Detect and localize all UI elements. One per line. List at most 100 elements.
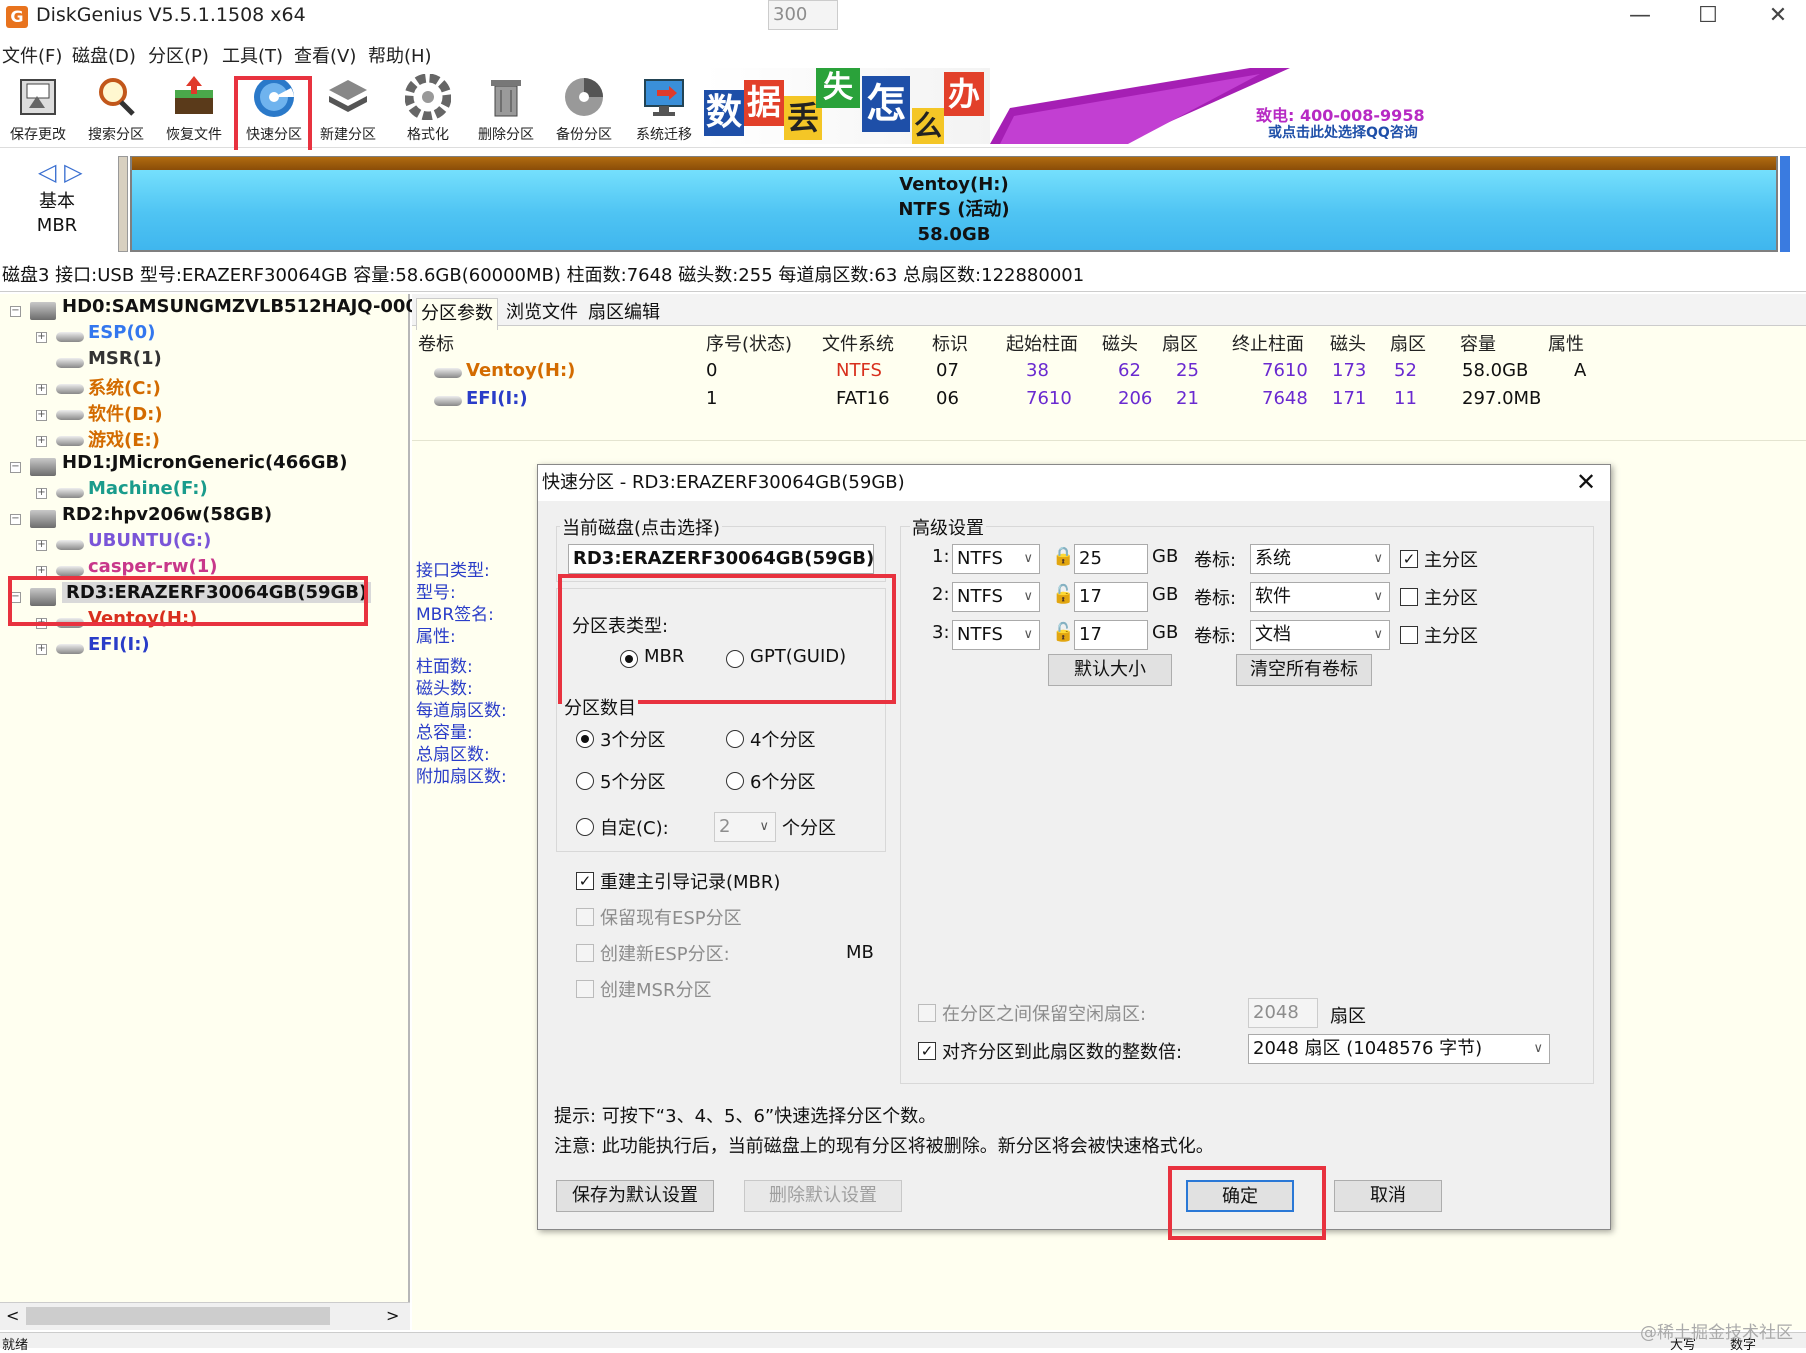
tree-disk-item[interactable]: HD1:JMicronGeneric(466GB): [62, 452, 347, 473]
maximize-button[interactable]: ☐: [1680, 0, 1736, 34]
col-start-head-header[interactable]: 磁头: [1102, 330, 1138, 356]
toolbar-recover-files[interactable]: 恢复文件: [156, 70, 232, 146]
create-msr-checkbox[interactable]: [576, 980, 594, 998]
tree-scroll-thumb[interactable]: [26, 1307, 330, 1325]
volume-label-combo[interactable]: 系统 ∨: [1250, 544, 1390, 574]
tree-expander[interactable]: −: [10, 306, 21, 317]
toolbar-search-partition[interactable]: 搜索分区: [78, 70, 154, 146]
clear-labels-button[interactable]: 清空所有卷标: [1236, 654, 1372, 686]
volume-label-combo[interactable]: 软件 ∨: [1250, 582, 1390, 612]
esp-size-input[interactable]: 300: [768, 0, 838, 30]
partition-icon: [56, 644, 84, 654]
volume-label-combo[interactable]: 文档 ∨: [1250, 620, 1390, 650]
col-id-header[interactable]: 标识: [932, 330, 968, 356]
toolbar-save-changes[interactable]: 保存更改: [0, 70, 76, 146]
menu-partition[interactable]: 分区(P): [148, 42, 209, 68]
tree-partition-item[interactable]: EFI(I:): [88, 634, 150, 655]
align-checkbox[interactable]: ✓: [918, 1042, 936, 1060]
menu-disk[interactable]: 磁盘(D): [72, 42, 136, 68]
col-capacity-header[interactable]: 容量: [1460, 330, 1496, 356]
default-size-button[interactable]: 默认大小: [1048, 654, 1172, 686]
rebuild-mbr-checkbox[interactable]: ✓: [576, 872, 594, 890]
cancel-button[interactable]: 取消: [1334, 1180, 1442, 1212]
tree-partition-item[interactable]: UBUNTU(G:): [88, 530, 211, 551]
tree-partition-item[interactable]: Machine(F:): [88, 478, 208, 499]
new-esp-checkbox[interactable]: [576, 944, 594, 962]
primary-partition-checkbox[interactable]: ✓: [1400, 550, 1418, 568]
fs-combo[interactable]: NTFS ∨: [952, 620, 1040, 650]
tab-browse-files[interactable]: 浏览文件: [502, 298, 582, 324]
tree-partition-item[interactable]: 游戏(E:): [88, 426, 160, 452]
col-end-cyl-header[interactable]: 终止柱面: [1232, 330, 1304, 356]
tab-partition-params[interactable]: 分区参数: [416, 298, 498, 330]
lock-open-icon[interactable]: 🔓: [1052, 622, 1074, 643]
primary-partition-checkbox[interactable]: [1400, 626, 1418, 644]
lock-closed-icon[interactable]: 🔒: [1052, 546, 1074, 567]
custom-count-combo[interactable]: 2 ∨: [714, 812, 776, 842]
scroll-right-arrow[interactable]: >: [386, 1306, 399, 1325]
lock-open-icon[interactable]: 🔓: [1052, 584, 1074, 605]
col-volume-header[interactable]: 卷标: [418, 330, 454, 356]
save-default-button[interactable]: 保存为默认设置: [556, 1180, 714, 1212]
keep-esp-checkbox[interactable]: [576, 908, 594, 926]
tree-expander[interactable]: +: [36, 384, 47, 395]
count-3-radio[interactable]: [576, 730, 594, 748]
count-5-radio[interactable]: [576, 772, 594, 790]
fs-combo[interactable]: NTFS ∨: [952, 582, 1040, 612]
current-disk-selector[interactable]: RD3:ERAZERF30064GB(59GB) - Ve: [568, 544, 874, 574]
scroll-left-arrow[interactable]: <: [6, 1306, 19, 1325]
col-start-sector-header[interactable]: 扇区: [1162, 330, 1198, 356]
toolbar-new-partition[interactable]: 新建分区: [310, 70, 386, 146]
align-combo[interactable]: 2048 扇区 (1048576 字节) ∨: [1248, 1034, 1550, 1064]
menu-help[interactable]: 帮助(H): [368, 42, 432, 68]
tree-partition-item[interactable]: 软件(D:): [88, 400, 163, 426]
tree-expander[interactable]: −: [10, 514, 21, 525]
tab-sector-edit[interactable]: 扇区编辑: [584, 298, 664, 324]
fs-combo[interactable]: NTFS ∨: [952, 544, 1040, 574]
tree-expander[interactable]: +: [36, 644, 47, 655]
col-fs-header[interactable]: 文件系统: [822, 330, 894, 356]
toolbar-format[interactable]: 格式化: [390, 70, 466, 146]
tree-disk-item[interactable]: RD2:hpv206w(58GB): [62, 504, 272, 525]
toolbar-delete-partition[interactable]: 删除分区: [468, 70, 544, 146]
reserve-sectors-input[interactable]: 2048: [1248, 998, 1318, 1028]
count-custom-radio[interactable]: [576, 818, 594, 836]
tree-expander[interactable]: +: [36, 540, 47, 551]
ad-banner[interactable]: 数 据 丢 失 怎 么 办 DiskGenius 团队为您服务 致电: 400-…: [704, 68, 1428, 144]
disk-nav-arrows[interactable]: ◁ ▷: [38, 158, 83, 186]
delete-default-button[interactable]: 删除默认设置: [744, 1180, 902, 1212]
size-input[interactable]: 17: [1074, 620, 1148, 650]
dialog-close-button[interactable]: ✕: [1566, 466, 1606, 500]
tree-expander[interactable]: +: [36, 436, 47, 447]
tree-partition-item[interactable]: MSR(1): [88, 348, 162, 369]
size-input[interactable]: 25: [1074, 544, 1148, 574]
size-input[interactable]: 17: [1074, 582, 1148, 612]
tree-expander[interactable]: +: [36, 410, 47, 421]
tree-partition-item[interactable]: 系统(C:): [88, 374, 161, 400]
tree-disk-item[interactable]: HD0:SAMSUNGMZVLB512HAJQ-0000: [62, 296, 431, 317]
primary-partition-checkbox[interactable]: [1400, 588, 1418, 606]
tree-expander[interactable]: +: [36, 488, 47, 499]
tree-partition-item[interactable]: casper-rw(1): [88, 556, 217, 577]
tree-expander[interactable]: −: [10, 462, 21, 473]
count-6-radio[interactable]: [726, 772, 744, 790]
primary-partition-label: 主分区: [1424, 626, 1478, 647]
col-attr-header[interactable]: 属性: [1548, 330, 1584, 356]
col-end-sector-header[interactable]: 扇区: [1390, 330, 1426, 356]
menu-file[interactable]: 文件(F): [2, 42, 62, 68]
count-4-radio[interactable]: [726, 730, 744, 748]
diskmap-right-handle: [1780, 156, 1790, 252]
reserve-sectors-checkbox[interactable]: [918, 1004, 936, 1022]
tree-partition-item[interactable]: ESP(0): [88, 322, 155, 343]
col-end-head-header[interactable]: 磁头: [1330, 330, 1366, 356]
minimize-button[interactable]: —: [1612, 0, 1668, 34]
menu-tools[interactable]: 工具(T): [222, 42, 283, 68]
col-index-header[interactable]: 序号(状态): [706, 330, 792, 356]
close-window-button[interactable]: ✕: [1750, 0, 1806, 34]
toolbar-system-migration[interactable]: 系统迁移: [626, 70, 702, 146]
menu-view[interactable]: 查看(V): [294, 42, 356, 68]
align-value: 2048 扇区 (1048576 字节): [1253, 1038, 1483, 1059]
col-start-cyl-header[interactable]: 起始柱面: [1006, 330, 1078, 356]
toolbar-backup-partition[interactable]: 备份分区: [546, 70, 622, 146]
tree-expander[interactable]: +: [36, 332, 47, 343]
